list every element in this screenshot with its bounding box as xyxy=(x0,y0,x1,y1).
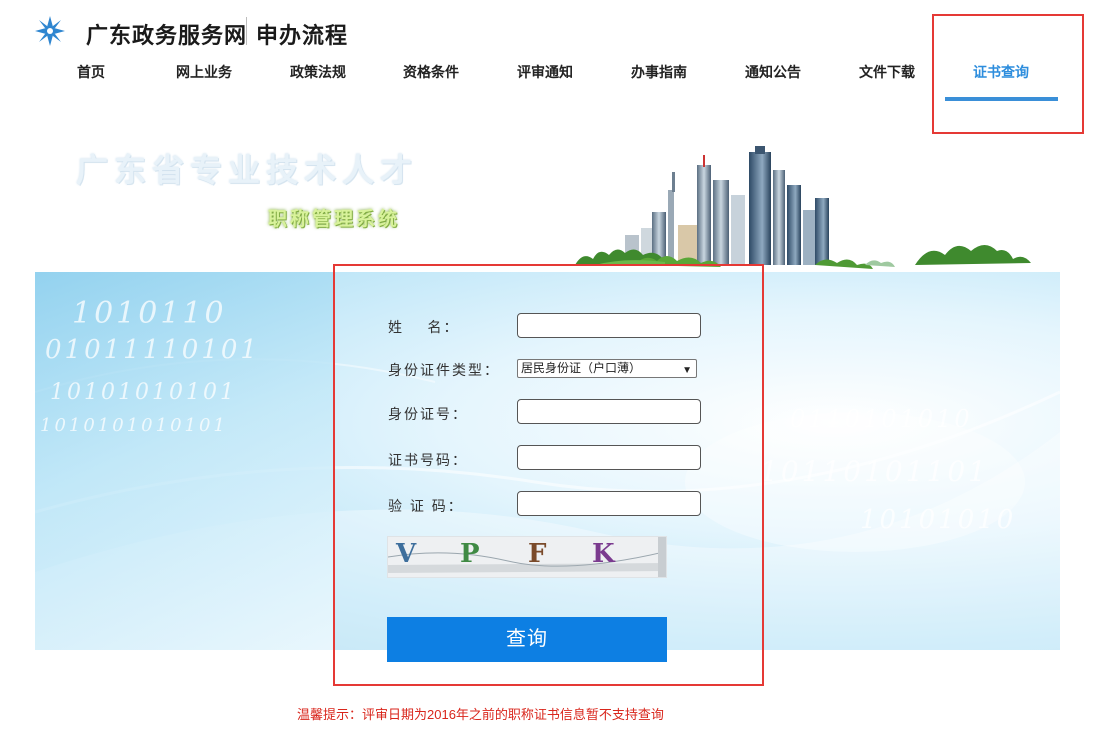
logo-icon xyxy=(35,16,65,46)
nav-item-downloads[interactable]: 文件下载 xyxy=(830,62,944,82)
decor-binary: 10101010 xyxy=(860,505,1017,535)
nav-item-qualifications[interactable]: 资格条件 xyxy=(374,62,488,82)
nav-item-home[interactable]: 首页 xyxy=(34,62,148,82)
nav-item-announcements[interactable]: 通知公告 xyxy=(716,62,830,82)
banner-title: 广东省专业技术人才 xyxy=(76,152,419,188)
decor-binary: 0110101010 xyxy=(790,405,973,433)
nav-item-guide[interactable]: 办事指南 xyxy=(602,62,716,82)
warning-tip: 温馨提示：评审日期为2016年之前的职称证书信息暂不支持查询 xyxy=(297,707,664,722)
decor-binary: 01011110101 xyxy=(45,335,260,365)
nav-item-online-business[interactable]: 网上业务 xyxy=(147,62,261,82)
section-title: 申办流程 xyxy=(256,23,349,48)
banner-subtitle: 职称管理系统 xyxy=(268,209,401,230)
decor-binary: 1010101010101 xyxy=(40,415,228,436)
page: 广东政务服务网 申办流程 首页 网上业务 政策法规 资格条件 评审通知 办事指南… xyxy=(0,0,1107,735)
nav-item-review-notices[interactable]: 评审通知 xyxy=(488,62,602,82)
title-divider xyxy=(246,17,247,45)
nav-item-policies[interactable]: 政策法规 xyxy=(261,62,375,82)
highlight-box-form xyxy=(333,264,764,686)
highlight-box-nav xyxy=(932,14,1084,134)
decor-binary: 1010110 xyxy=(72,296,227,331)
decor-binary: 10101010101 xyxy=(50,380,237,405)
decor-binary: 10110101101 xyxy=(760,455,989,488)
site-name[interactable]: 广东政务服务网 xyxy=(86,18,247,50)
